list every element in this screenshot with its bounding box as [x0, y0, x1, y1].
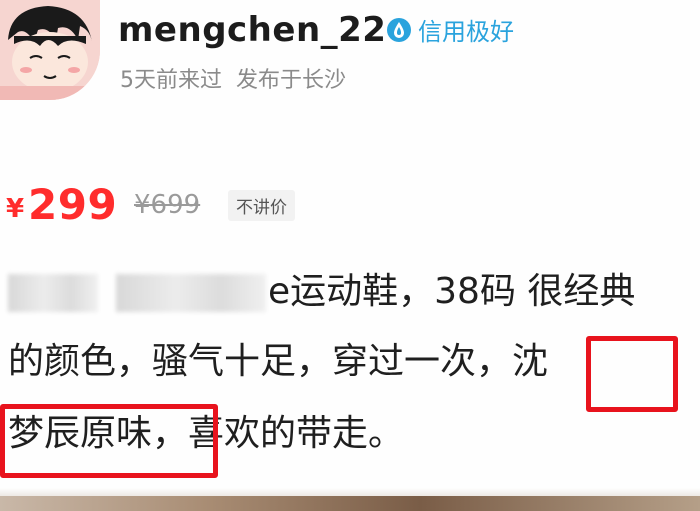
description-line-2: 的颜色，骚气十足，穿过一次，沈 [8, 332, 548, 392]
description-text: e运动鞋，38码 很经典 [268, 271, 636, 312]
last-seen: 5天前来过 [120, 68, 222, 93]
blurred-text [8, 274, 98, 312]
credit-label: 信用极好 [418, 18, 514, 46]
red-annotation-box [586, 336, 678, 412]
avatar[interactable] [0, 0, 100, 100]
product-photo[interactable] [0, 496, 700, 511]
seller-header: mengchen_22 信用极好 5天前来过 发布于长沙 [0, 0, 700, 130]
seller-meta: 5天前来过 发布于长沙 [120, 62, 346, 94]
highlighted-text: 沈 [512, 341, 549, 382]
price-currency: ¥ [6, 194, 25, 224]
publish-location: 发布于长沙 [236, 68, 347, 93]
description-line-1: e运动鞋，38码 很经典 [8, 262, 635, 322]
listing-page: mengchen_22 信用极好 5天前来过 发布于长沙 ¥ 299 ¥699 … [0, 0, 700, 511]
original-price: ¥699 [134, 190, 201, 220]
red-annotation-box [0, 404, 218, 478]
description-text: 的颜色，骚气十足，穿过一次， [8, 341, 513, 382]
price-row: ¥ 299 ¥699 不讲价 [0, 180, 700, 230]
no-bargain-tag: 不讲价 [228, 190, 295, 221]
seller-username[interactable]: mengchen_22 [118, 10, 386, 50]
cartoon-avatar-icon [0, 0, 100, 100]
credit-drop-icon [386, 17, 412, 43]
credit-badge[interactable]: 信用极好 [386, 12, 514, 47]
blurred-text [116, 274, 266, 312]
price-value: 299 [28, 180, 118, 229]
description-text: 喜欢的带走。 [188, 413, 405, 454]
